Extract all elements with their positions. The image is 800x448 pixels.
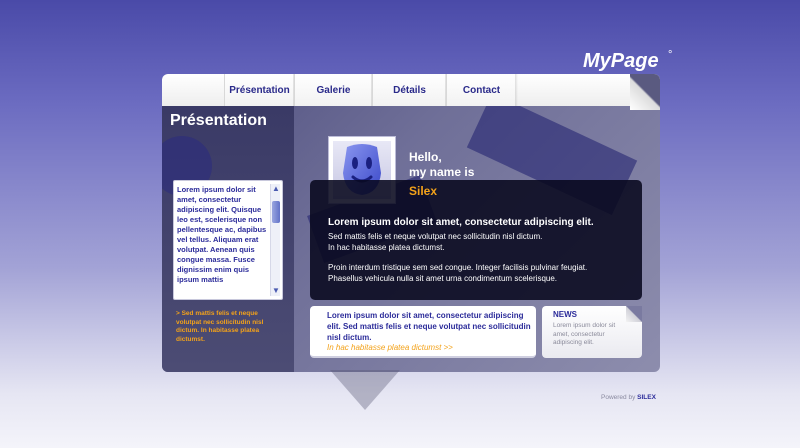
greeting-text: Hello, my name is	[409, 150, 474, 180]
page-title: Présentation	[170, 112, 267, 129]
main-window: Présentation Galerie Détails Contact Pré…	[162, 74, 660, 372]
scrollbar[interactable]: ▲ ▼	[270, 184, 280, 296]
scroll-up-arrow-icon[interactable]: ▲	[271, 184, 281, 194]
greeting-line-2: my name is	[409, 165, 475, 179]
powered-by-footer[interactable]: Powered by SILEX	[601, 394, 656, 401]
scroll-down-arrow-icon[interactable]: ▼	[271, 286, 281, 296]
logo-degree-mark: °	[668, 49, 673, 61]
tab-galerie[interactable]: Galerie	[294, 74, 374, 106]
intro-para2-line-2: Phasellus vehicula nulla sit amet urna c…	[328, 274, 558, 283]
info-box-link[interactable]: In hac habitasse platea dictumst >>	[327, 343, 453, 352]
scroll-thumb[interactable]	[272, 201, 280, 223]
intro-paragraph-1: Sed mattis felis et neque volutpat nec s…	[328, 231, 628, 253]
news-page-curl-corner	[626, 306, 642, 322]
profile-name: Silex	[409, 184, 438, 198]
powered-by-brand[interactable]: SILEX	[637, 394, 656, 401]
sidebar-note-link[interactable]: > Sed mattis felis et neque volutpat nec…	[176, 310, 276, 344]
intro-line-1: Sed mattis felis et neque volutpat nec s…	[328, 232, 543, 241]
shadow-decoration	[330, 370, 400, 410]
news-title: NEWS	[553, 310, 577, 319]
sidebar-scroll-box[interactable]: Lorem ipsum dolor sit amet, consectetur …	[173, 180, 283, 300]
powered-by-prefix: Powered by	[601, 394, 636, 401]
tab-presentation[interactable]: Présentation	[224, 74, 296, 106]
intro-paragraph-2: Proin interdum tristique sem sed congue.…	[328, 262, 628, 284]
tab-details[interactable]: Détails	[372, 74, 448, 106]
intro-panel: Silex Lorem ipsum dolor sit amet, consec…	[310, 180, 642, 300]
intro-line-2: In hac habitasse platea dictumst.	[328, 243, 445, 252]
tab-contact[interactable]: Contact	[446, 74, 518, 106]
navigation-bar: Présentation Galerie Détails Contact	[162, 74, 660, 110]
sidebar-scroll-text: Lorem ipsum dolor sit amet, consectetur …	[177, 185, 267, 284]
news-text: Lorem ipsum dolor sit amet, consectetur …	[553, 322, 616, 346]
news-box: NEWS Lorem ipsum dolor sit amet, consect…	[542, 306, 642, 358]
info-box: Lorem ipsum dolor sit amet, consectetur …	[310, 306, 536, 358]
site-logo: MyPage	[583, 50, 659, 72]
intro-para2-line-1: Proin interdum tristique sem sed congue.…	[328, 263, 588, 272]
intro-heading: Lorem ipsum dolor sit amet, consectetur …	[328, 217, 594, 228]
page-curl-corner	[630, 74, 660, 110]
info-box-text: Lorem ipsum dolor sit amet, consectetur …	[327, 311, 531, 342]
greeting-line-1: Hello,	[409, 150, 442, 164]
